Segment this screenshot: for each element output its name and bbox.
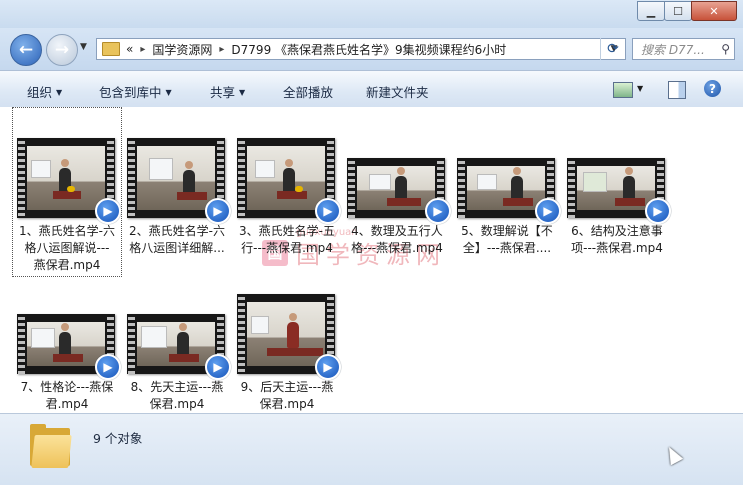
file-name: 6、结构及注意事 项---燕保君.mp4 xyxy=(571,224,663,255)
breadcrumb-item[interactable]: D7799 《燕保君燕氏姓名学》9集视频课程约6小时 xyxy=(231,41,506,58)
back-button[interactable]: ← xyxy=(10,34,42,66)
item-count: 9 个对象 xyxy=(93,431,143,446)
help-icon[interactable]: ? xyxy=(704,80,721,97)
video-thumbnail: ▶ xyxy=(237,138,341,224)
command-bar: 组织 ▼ 包含到库中 ▼ 共享 ▼ 全部播放 新建文件夹 ▼ ? xyxy=(0,70,743,108)
details-pane: 9 个对象 xyxy=(0,413,743,485)
file-name: 1、燕氏姓名学-六 格八运图解说--- 燕保君.mp4 xyxy=(19,224,115,272)
video-thumbnail: ▶ xyxy=(567,158,671,224)
media-player-icon: ▶ xyxy=(425,198,451,224)
media-player-icon: ▶ xyxy=(315,198,341,224)
folder-icon xyxy=(30,424,72,468)
new-folder-button[interactable]: 新建文件夹 xyxy=(366,82,429,101)
include-library-label: 包含到库中 xyxy=(99,85,162,100)
folder-icon xyxy=(102,42,120,56)
refresh-icon[interactable]: ⟳ xyxy=(600,38,625,60)
include-in-library-menu[interactable]: 包含到库中 ▼ xyxy=(99,82,172,101)
view-options-dropdown[interactable]: ▼ xyxy=(637,84,643,93)
video-thumbnail: ▶ xyxy=(127,314,231,380)
file-name: 4、数理及五行人 格---燕保君.mp4 xyxy=(351,224,443,255)
preview-pane-icon[interactable] xyxy=(668,81,686,99)
change-view-icon[interactable] xyxy=(613,82,633,98)
video-thumbnail: ▶ xyxy=(17,314,121,380)
window-controls: ▁ ☐ ✕ xyxy=(637,1,737,21)
search-icon[interactable]: ⚲ xyxy=(721,42,730,56)
video-thumbnail: ▶ xyxy=(127,138,231,224)
video-thumbnail: ▶ xyxy=(17,138,121,224)
chevron-down-icon: ▼ xyxy=(165,88,172,97)
organize-label: 组织 xyxy=(27,85,53,100)
search-placeholder: 搜索 D77... xyxy=(641,42,705,57)
video-thumbnail: ▶ xyxy=(237,294,341,380)
share-menu[interactable]: 共享 ▼ xyxy=(210,82,245,101)
media-player-icon: ▶ xyxy=(535,198,561,224)
chevron-right-icon[interactable]: ▸ xyxy=(219,44,224,55)
video-thumbnail: ▶ xyxy=(457,158,561,224)
maximize-icon[interactable]: ☐ xyxy=(664,1,692,21)
media-player-icon: ▶ xyxy=(315,354,341,380)
media-player-icon: ▶ xyxy=(205,354,231,380)
video-thumbnail: ▶ xyxy=(347,158,451,224)
file-name: 8、先天主运---燕 保君.mp4 xyxy=(130,380,224,411)
media-player-icon: ▶ xyxy=(205,198,231,224)
organize-menu[interactable]: 组织 ▼ xyxy=(27,82,62,101)
address-bar[interactable]: « ▸ 国学资源网 ▸ D7799 《燕保君燕氏姓名学》9集视频课程约6小时 ▼ xyxy=(96,38,626,60)
chevron-right-icon[interactable]: ▸ xyxy=(140,44,145,55)
media-player-icon: ▶ xyxy=(95,354,121,380)
chevron-down-icon: ▼ xyxy=(56,88,63,97)
file-name: 7、性格论---燕保 君.mp4 xyxy=(20,380,114,411)
file-name: 3、燕氏姓名学-五 行---燕保君.mp4 xyxy=(239,224,335,255)
media-player-icon: ▶ xyxy=(95,198,121,224)
file-name: 2、燕氏姓名学-六 格八运图详细解... xyxy=(129,224,225,255)
recent-pages-dropdown[interactable]: ▼ xyxy=(80,42,87,52)
breadcrumb-item[interactable]: 国学资源网 xyxy=(152,41,212,58)
share-label: 共享 xyxy=(210,85,236,100)
minimize-icon[interactable]: ▁ xyxy=(637,1,665,21)
navigation-bar: ← → ▼ « ▸ 国学资源网 ▸ D7799 《燕保君燕氏姓名学》9集视频课程… xyxy=(0,28,743,70)
play-all-button[interactable]: 全部播放 xyxy=(283,82,333,101)
file-name: 9、后天主运---燕 保君.mp4 xyxy=(240,380,334,411)
media-player-icon: ▶ xyxy=(645,198,671,224)
close-icon[interactable]: ✕ xyxy=(691,1,737,21)
file-list: 国 国学资源网 guoxueyuan ▶ 1、燕氏姓名学-六 格八运图解说--- 燕… xyxy=(0,107,743,413)
address-prefix[interactable]: « xyxy=(126,42,133,56)
chevron-down-icon: ▼ xyxy=(239,88,246,97)
file-name: 5、数理解说【不 全】---燕保君.... xyxy=(461,224,553,255)
title-bar: ▁ ☐ ✕ xyxy=(0,0,743,28)
search-input[interactable]: 搜索 D77... ⚲ xyxy=(632,38,735,60)
forward-button[interactable]: → xyxy=(46,34,78,66)
